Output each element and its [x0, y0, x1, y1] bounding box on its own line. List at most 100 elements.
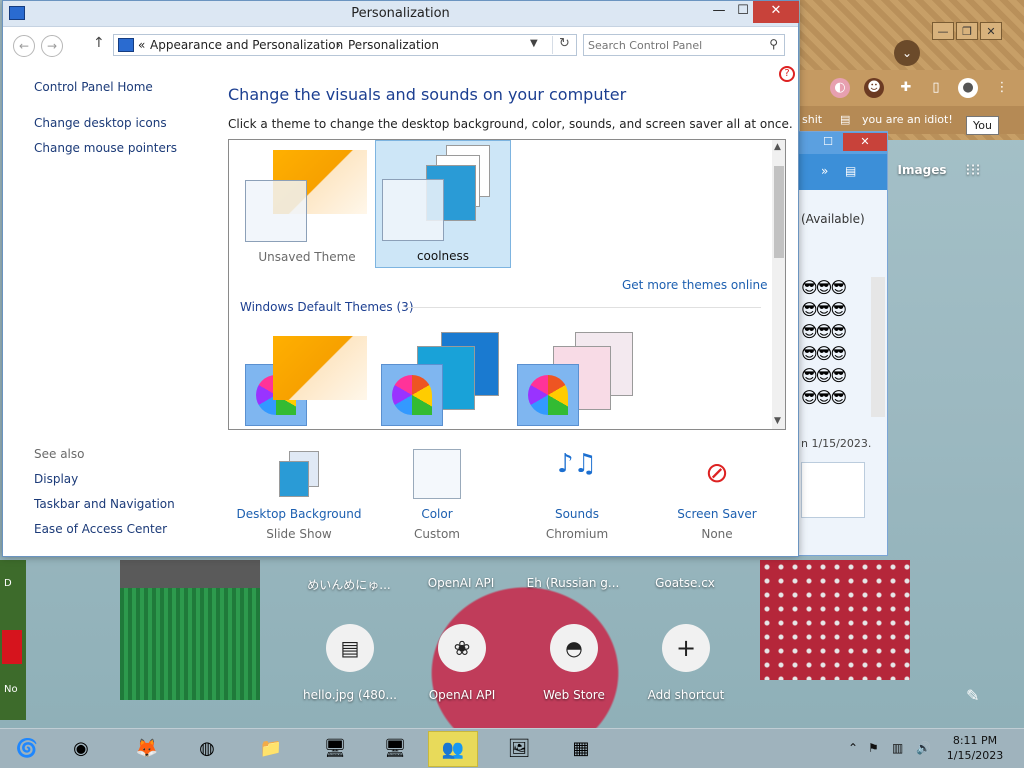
chat-date: n 1/15/2023.: [801, 437, 872, 450]
chrome-icon[interactable]: ◉: [56, 731, 106, 767]
network-icon[interactable]: 🖥: [310, 731, 360, 767]
desktop-icon-strip: D No: [0, 560, 26, 720]
network-tray-icon[interactable]: ▥: [892, 741, 903, 755]
app-icon[interactable]: ▦: [556, 731, 606, 767]
get-more-themes-link[interactable]: Get more themes online: [622, 278, 768, 292]
browser-close-button[interactable]: ✕: [980, 22, 1002, 40]
messenger-icon[interactable]: 👥: [428, 731, 478, 767]
divider: [405, 307, 761, 308]
forward-button[interactable]: →: [41, 35, 63, 57]
default-themes-heading: Windows Default Themes (3): [240, 300, 414, 314]
shortcut-label[interactable]: OpenAI API: [405, 576, 517, 590]
chevron-right-icon[interactable]: »: [821, 164, 828, 178]
color-option[interactable]: Color Custom: [367, 449, 507, 541]
add-shortcut-icon[interactable]: +: [662, 624, 710, 672]
scroll-thumb[interactable]: [774, 166, 784, 258]
themes-scrollbar[interactable]: ▲ ▼: [772, 140, 785, 429]
change-desktop-icons-link[interactable]: Change desktop icons: [34, 116, 167, 130]
color-swatch-icon: [413, 449, 461, 499]
tooltip: You: [966, 116, 999, 135]
openai-icon[interactable]: ❀: [438, 624, 486, 672]
sidepanel-icon[interactable]: ▯: [926, 78, 946, 98]
scroll-down-icon[interactable]: ▼: [774, 416, 781, 426]
titlebar: Personalization — ☐ ✕: [3, 1, 799, 27]
theme-windows[interactable]: [273, 336, 367, 400]
taskbar-navigation-link[interactable]: Taskbar and Navigation: [34, 497, 175, 511]
start-button-icon[interactable]: 🌀: [2, 731, 52, 767]
refresh-icon[interactable]: ↻: [552, 36, 576, 54]
theme-color-preview: [245, 180, 307, 242]
shortcut-label[interactable]: めいんめにゅ...: [293, 576, 405, 593]
shortcut-label[interactable]: Eh (Russian g...: [517, 576, 629, 590]
shortcut-label[interactable]: Goatse.cx: [629, 576, 741, 590]
menu-icon[interactable]: ⋮: [992, 78, 1012, 98]
profile-icon[interactable]: ●: [958, 78, 978, 98]
chat-menu-icon[interactable]: ▤: [845, 164, 856, 178]
theme-label: coolness: [416, 249, 470, 263]
search-box[interactable]: ⚲: [583, 34, 785, 56]
web-store-icon[interactable]: ◓: [550, 624, 598, 672]
search-input[interactable]: [588, 37, 758, 53]
clock[interactable]: 8:11 PM 1/15/2023: [940, 733, 1010, 763]
browser-maximize-button[interactable]: ❐: [956, 22, 978, 40]
chevron-down-icon[interactable]: ⌄: [894, 40, 920, 66]
file-explorer-icon[interactable]: 📁: [246, 731, 296, 767]
search-icon[interactable]: ⚲: [769, 37, 778, 51]
chat-scrollbar[interactable]: [871, 277, 885, 417]
page-title: Change the visuals and sounds on your co…: [228, 85, 627, 104]
shortcut-label[interactable]: OpenAI API: [406, 688, 518, 702]
personalization-window: Personalization — ☐ ✕ ← → ↑ « Appearance…: [2, 0, 799, 557]
breadcrumb-appearance[interactable]: Appearance and Personalization: [150, 38, 343, 52]
extension-icon[interactable]: ◐: [830, 78, 850, 98]
desktop-app-icon[interactable]: [2, 630, 22, 664]
up-arrow-icon[interactable]: ↑: [93, 35, 105, 51]
screen-saver-option[interactable]: ⊘ Screen Saver None: [647, 449, 787, 541]
images-link[interactable]: Images: [892, 163, 952, 177]
wallpaper-figure: [120, 560, 260, 700]
display-link[interactable]: Display: [34, 472, 78, 486]
desktop-background-icon: [275, 449, 323, 499]
photo-viewer-icon[interactable]: 🖼: [494, 731, 544, 767]
chat-header: » ▤: [799, 154, 887, 190]
shortcut-tile-icon[interactable]: ▤: [326, 624, 374, 672]
shortcut-label[interactable]: hello.jpg (480...: [294, 688, 406, 702]
chat-status: (Available): [801, 212, 865, 226]
browser-minimize-button[interactable]: —: [932, 22, 954, 40]
theme-coolness[interactable]: coolness: [375, 140, 511, 268]
firefox-icon[interactable]: 🦊: [122, 731, 172, 767]
chat-maximize-button[interactable]: ☐: [815, 133, 841, 151]
back-button[interactable]: ←: [13, 35, 35, 57]
palette-icon[interactable]: [517, 364, 579, 426]
breadcrumb-separator[interactable]: ›: [336, 38, 341, 52]
theme-unsaved[interactable]: Unsaved Theme: [239, 142, 375, 270]
scroll-up-icon[interactable]: ▲: [774, 142, 781, 152]
bookmark-item[interactable]: shit: [802, 113, 822, 126]
tray-chevron-icon[interactable]: ⌃: [848, 741, 858, 755]
close-button[interactable]: ✕: [753, 1, 799, 23]
extension-icon[interactable]: ☻: [864, 78, 884, 98]
change-mouse-pointers-link[interactable]: Change mouse pointers: [34, 141, 177, 155]
chat-input[interactable]: [801, 462, 865, 518]
network-icon[interactable]: 🖥: [370, 731, 420, 767]
taskbar: 🌀 ◉ 🦊 ◍ 📁 🖥 🖥 👥 🖼 ▦ ⌃ ⚑ ▥ 🔊 8:11 PM 1/15…: [0, 728, 1024, 768]
help-icon[interactable]: ?: [779, 66, 795, 82]
chat-close-button[interactable]: ✕: [843, 133, 887, 151]
shortcut-label[interactable]: Add shortcut: [630, 688, 742, 702]
desktop-background-option[interactable]: Desktop Background Slide Show: [229, 449, 369, 541]
puzzle-icon[interactable]: ✚: [896, 78, 916, 98]
address-bar[interactable]: « Appearance and Personalization › Perso…: [113, 34, 577, 56]
bookmark-item[interactable]: you are an idiot!: [862, 113, 953, 126]
apps-grid-icon[interactable]: ⁝⁝⁝: [960, 160, 986, 179]
sounds-option[interactable]: ♪♫ Sounds Chromium: [507, 449, 647, 541]
shortcut-label[interactable]: Web Store: [518, 688, 630, 702]
theme-label: Unsaved Theme: [258, 250, 356, 264]
pencil-icon[interactable]: ✎: [966, 686, 979, 705]
breadcrumb-personalization[interactable]: Personalization: [348, 38, 439, 52]
obama-icon[interactable]: ◍: [182, 731, 232, 767]
palette-icon[interactable]: [381, 364, 443, 426]
volume-icon[interactable]: 🔊: [916, 741, 931, 755]
chevron-down-icon[interactable]: ▼: [530, 38, 538, 49]
flag-icon[interactable]: ⚑: [868, 741, 879, 755]
ease-of-access-link[interactable]: Ease of Access Center: [34, 522, 167, 536]
control-panel-home-link[interactable]: Control Panel Home: [34, 80, 153, 94]
